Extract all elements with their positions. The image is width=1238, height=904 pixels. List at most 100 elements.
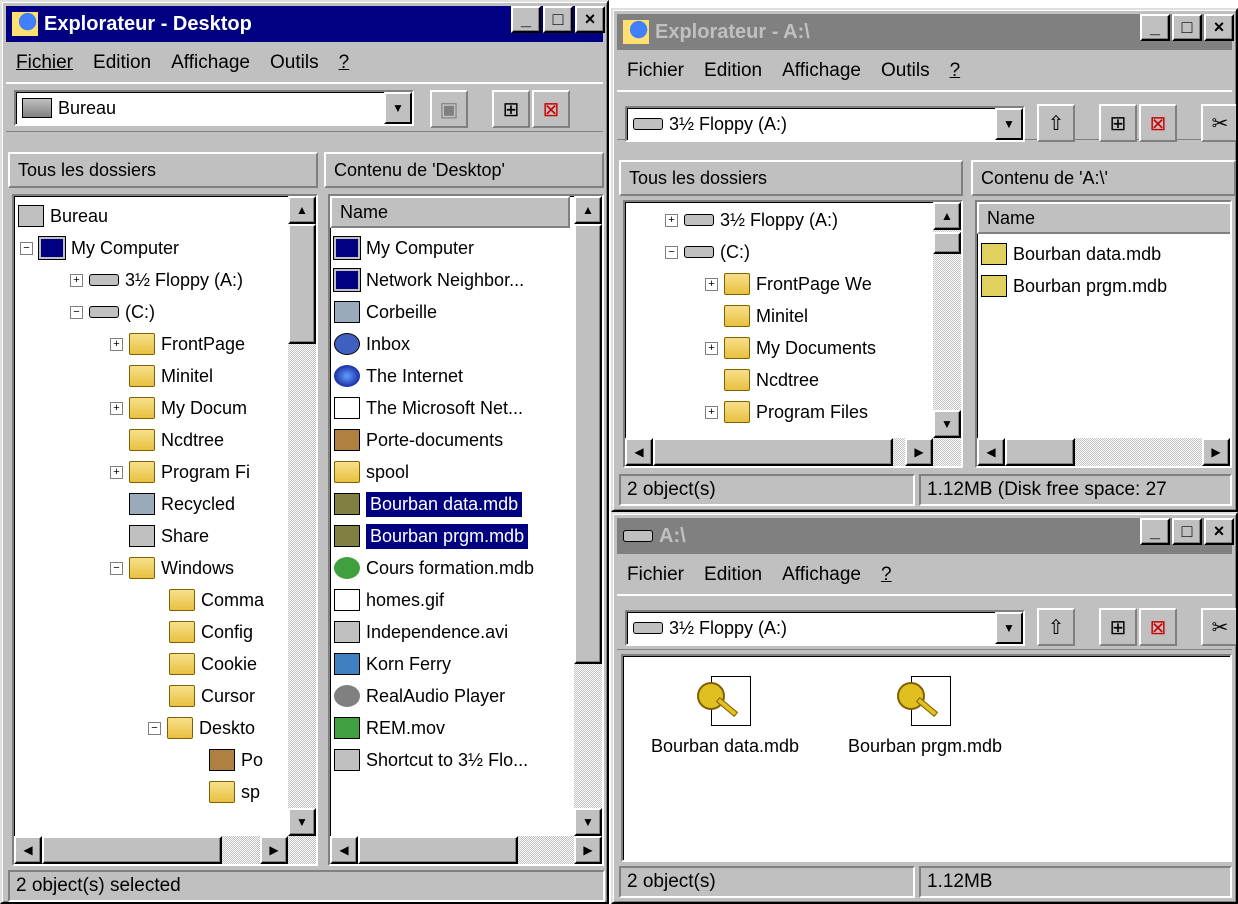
list-item-selected[interactable]: Bourban prgm.mdb xyxy=(334,520,530,552)
menu-edition[interactable]: Edition xyxy=(704,564,762,586)
scroll-thumb[interactable] xyxy=(1005,438,1075,466)
scroll-down-arrow-icon[interactable]: ▼ xyxy=(574,808,602,836)
tree-horizontal-scrollbar[interactable]: ◀ ▶ xyxy=(14,836,316,864)
scroll-left-arrow-icon[interactable]: ◀ xyxy=(625,438,653,466)
address-combo[interactable]: 3½ Floppy (A:) ▼ xyxy=(625,106,1025,142)
expand-icon[interactable]: + xyxy=(705,277,718,291)
up-folder-button[interactable]: ▣ xyxy=(430,90,468,128)
list-item[interactable]: Bourban prgm.mdb xyxy=(981,270,1167,302)
list-item[interactable]: My Computer xyxy=(334,232,474,264)
tree-item-my-documents[interactable]: + My Documents xyxy=(705,332,876,364)
list-item[interactable]: Shortcut to 3½ Flo... xyxy=(334,744,528,776)
list-item[interactable]: spool xyxy=(334,456,409,488)
content-horizontal-scrollbar[interactable]: ◀ ▶ xyxy=(330,836,602,864)
tree-item-spool[interactable]: sp xyxy=(209,776,260,808)
content-vertical-scrollbar[interactable]: ▲ ▼ xyxy=(574,196,602,836)
menu-affichage[interactable]: Affichage xyxy=(782,60,861,82)
cut-button[interactable]: ✂ xyxy=(1201,608,1236,646)
scroll-left-arrow-icon[interactable]: ◀ xyxy=(977,438,1005,466)
scroll-right-arrow-icon[interactable]: ▶ xyxy=(260,836,288,864)
tree-item-cookies[interactable]: Cookie xyxy=(169,648,257,680)
menu-outils[interactable]: Outils xyxy=(881,60,930,82)
tree-item-program-files[interactable]: + Program Fi xyxy=(110,456,250,488)
list-item[interactable]: RealAudio Player xyxy=(334,680,505,712)
up-folder-button[interactable]: ⇧ xyxy=(1037,608,1075,646)
list-item[interactable]: Independence.avi xyxy=(334,616,508,648)
expand-icon[interactable]: + xyxy=(110,465,123,479)
tree-item-desktop[interactable]: − Deskto xyxy=(148,712,255,744)
tree-item-recycled[interactable]: Recycled xyxy=(129,488,235,520)
scroll-thumb[interactable] xyxy=(933,232,961,254)
tree-item-minitel[interactable]: Minitel xyxy=(724,300,808,332)
menu-affichage[interactable]: Affichage xyxy=(171,52,250,74)
file-icon-item[interactable]: Bourban data.mdb xyxy=(635,674,815,757)
scroll-thumb[interactable] xyxy=(574,224,602,664)
disconnect-drive-button[interactable]: ⊠ xyxy=(532,90,570,128)
disconnect-drive-button[interactable]: ⊠ xyxy=(1139,608,1177,646)
list-item[interactable]: The Internet xyxy=(334,360,463,392)
menu-fichier[interactable]: Fichier xyxy=(627,564,684,586)
maximize-button[interactable]: □ xyxy=(543,6,573,33)
file-icon-item[interactable]: Bourban prgm.mdb xyxy=(835,674,1015,757)
scroll-up-arrow-icon[interactable]: ▲ xyxy=(288,196,316,224)
list-item[interactable]: homes.gif xyxy=(334,584,444,616)
column-name-header[interactable]: Name xyxy=(330,196,570,228)
tree-item-minitel[interactable]: Minitel xyxy=(129,360,213,392)
collapse-icon[interactable]: − xyxy=(70,305,83,319)
close-button[interactable]: × xyxy=(575,6,605,33)
close-button[interactable]: × xyxy=(1204,14,1234,41)
scroll-up-arrow-icon[interactable]: ▲ xyxy=(933,202,961,230)
menu-fichier[interactable]: Fichier xyxy=(16,52,73,74)
expand-icon[interactable]: + xyxy=(705,405,718,419)
dropdown-arrow-icon[interactable]: ▼ xyxy=(384,92,412,124)
maximize-button[interactable]: □ xyxy=(1172,14,1202,41)
tree-item-share[interactable]: Share xyxy=(129,520,209,552)
tree-item-command[interactable]: Comma xyxy=(169,584,264,616)
minimize-button[interactable]: _ xyxy=(511,6,541,33)
tree-item-program-files[interactable]: + Program Files xyxy=(705,396,868,428)
collapse-icon[interactable]: − xyxy=(110,561,123,575)
tree-item-floppy[interactable]: +3½ Floppy (A:) xyxy=(70,264,243,296)
maximize-button[interactable]: □ xyxy=(1172,518,1202,545)
menu-fichier[interactable]: Fichier xyxy=(627,60,684,82)
menu-outils[interactable]: Outils xyxy=(270,52,319,74)
scroll-right-arrow-icon[interactable]: ▶ xyxy=(905,438,933,466)
tree-item-c-drive[interactable]: − (C:) xyxy=(70,296,155,328)
tree-item-ncdtree[interactable]: Ncdtree xyxy=(724,364,819,396)
tree-item-frontpage[interactable]: + FrontPage We xyxy=(705,268,872,300)
expand-icon[interactable]: + xyxy=(665,213,678,227)
scroll-thumb[interactable] xyxy=(42,836,222,864)
dropdown-arrow-icon[interactable]: ▼ xyxy=(995,612,1023,644)
menu-affichage[interactable]: Affichage xyxy=(782,564,861,586)
scroll-thumb[interactable] xyxy=(358,836,518,864)
cut-button[interactable]: ✂ xyxy=(1201,104,1236,142)
expand-icon[interactable]: + xyxy=(70,273,83,287)
address-combo[interactable]: Bureau ▼ xyxy=(14,90,414,126)
scroll-down-arrow-icon[interactable]: ▼ xyxy=(288,808,316,836)
minimize-button[interactable]: _ xyxy=(1140,14,1170,41)
expand-icon[interactable]: + xyxy=(110,337,123,351)
tree-item-floppy[interactable]: +3½ Floppy (A:) xyxy=(665,204,838,236)
scroll-left-arrow-icon[interactable]: ◀ xyxy=(14,836,42,864)
map-network-drive-button[interactable]: ⊞ xyxy=(492,90,530,128)
list-item[interactable]: The Microsoft Net... xyxy=(334,392,523,424)
tree-item-my-documents[interactable]: + My Docum xyxy=(110,392,247,424)
tree-item-bureau[interactable]: Bureau xyxy=(18,200,108,232)
menu-edition[interactable]: Edition xyxy=(93,52,151,74)
tree-item-windows[interactable]: − Windows xyxy=(110,552,234,584)
map-network-drive-button[interactable]: ⊞ xyxy=(1099,104,1137,142)
expand-icon[interactable]: + xyxy=(110,401,123,415)
expand-icon[interactable]: + xyxy=(705,341,718,355)
list-item[interactable]: Korn Ferry xyxy=(334,648,451,680)
tree-item-cursors[interactable]: Cursor xyxy=(169,680,255,712)
address-combo[interactable]: 3½ Floppy (A:) ▼ xyxy=(625,610,1025,646)
menu-help[interactable]: ? xyxy=(881,564,892,586)
tree-item-my-computer[interactable]: − My Computer xyxy=(20,232,179,264)
scroll-thumb[interactable] xyxy=(288,224,316,344)
list-item[interactable]: REM.mov xyxy=(334,712,445,744)
list-item[interactable]: Cours formation.mdb xyxy=(334,552,534,584)
disconnect-drive-button[interactable]: ⊠ xyxy=(1139,104,1177,142)
tree-item-frontpage[interactable]: + FrontPage xyxy=(110,328,245,360)
tree-vertical-scrollbar[interactable]: ▲ ▼ xyxy=(288,196,316,836)
scroll-left-arrow-icon[interactable]: ◀ xyxy=(330,836,358,864)
